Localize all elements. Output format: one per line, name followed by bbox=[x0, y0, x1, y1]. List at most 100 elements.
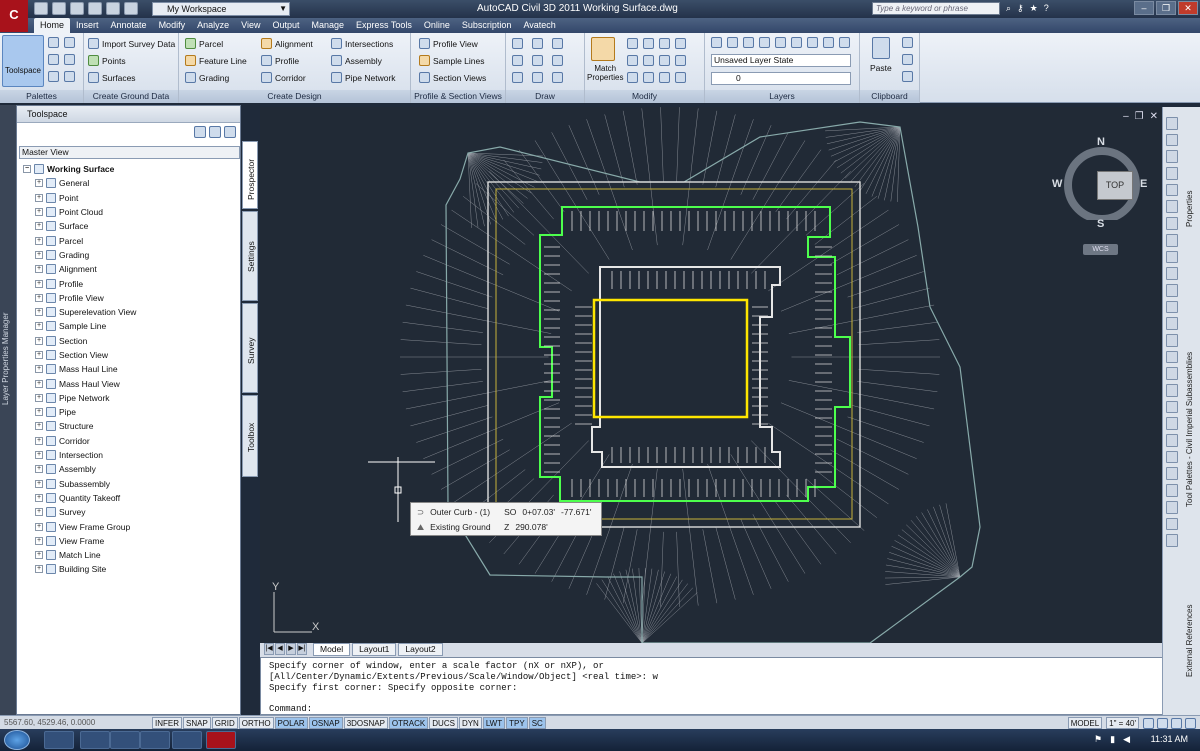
subassembly-tool-icon[interactable] bbox=[1166, 117, 1178, 130]
expand-icon[interactable]: + bbox=[35, 322, 43, 331]
stretch-icon[interactable] bbox=[659, 55, 670, 66]
tab-toolbox[interactable]: Toolbox bbox=[242, 395, 258, 477]
tree-item[interactable]: + View Frame Group bbox=[23, 519, 238, 533]
subassembly-tool-icon[interactable] bbox=[1166, 434, 1178, 447]
volume-icon[interactable]: ◀ bbox=[1123, 734, 1130, 745]
panel-title-create-design[interactable]: Create Design bbox=[179, 90, 410, 103]
palette-icon[interactable] bbox=[64, 71, 75, 82]
corridor-button[interactable]: Corridor bbox=[261, 72, 306, 83]
expand-icon[interactable]: + bbox=[35, 208, 43, 217]
tree-item[interactable]: + Surface bbox=[23, 219, 238, 233]
lock-icon[interactable] bbox=[1171, 717, 1182, 729]
match-properties-label[interactable]: Match Properties bbox=[587, 64, 623, 82]
expand-icon[interactable]: + bbox=[35, 408, 43, 417]
close-button[interactable]: ✕ bbox=[1178, 1, 1198, 15]
external-references-tab[interactable]: External References bbox=[1185, 605, 1194, 677]
expand-icon[interactable]: + bbox=[35, 379, 43, 388]
flag-icon[interactable]: ⚑ bbox=[1094, 734, 1102, 745]
subassembly-tool-icon[interactable] bbox=[1166, 217, 1178, 230]
command-line-window[interactable]: Specify corner of window, enter a scale … bbox=[260, 657, 1172, 715]
expand-icon[interactable]: + bbox=[35, 522, 43, 531]
application-menu-button[interactable]: C bbox=[0, 0, 28, 32]
tree-item[interactable]: + Profile View bbox=[23, 291, 238, 305]
toggle-osnap[interactable]: OSNAP bbox=[308, 716, 343, 729]
tree-item[interactable]: + Assembly bbox=[23, 462, 238, 476]
tree-item[interactable]: + Point Cloud bbox=[23, 205, 238, 219]
subassembly-tool-icon[interactable] bbox=[1166, 350, 1178, 364]
tree-item[interactable]: + Section View bbox=[23, 348, 238, 362]
minimize-viewport-icon[interactable]: – bbox=[1123, 111, 1129, 122]
viewcube[interactable]: N S E W TOP bbox=[1052, 130, 1147, 230]
palette-icon[interactable] bbox=[64, 37, 75, 48]
layer-icon[interactable] bbox=[791, 37, 802, 48]
copy-basepoint-icon[interactable] bbox=[902, 71, 913, 82]
tree-item[interactable]: + Superelevation View bbox=[23, 305, 238, 319]
expand-icon[interactable]: + bbox=[35, 536, 43, 545]
master-view-select[interactable]: Master View bbox=[19, 146, 240, 159]
expand-icon[interactable]: + bbox=[35, 351, 43, 359]
match-properties-icon[interactable] bbox=[591, 37, 615, 61]
annotation-scale-select[interactable]: 1" = 40' bbox=[1106, 717, 1139, 729]
layer-properties-manager-strip[interactable]: Layer Properties Manager bbox=[0, 105, 16, 715]
undo-icon[interactable] bbox=[106, 2, 120, 15]
start-button[interactable] bbox=[4, 730, 30, 750]
erase-icon[interactable] bbox=[627, 72, 638, 83]
save-icon[interactable] bbox=[70, 2, 84, 15]
workspace-switch-icon[interactable] bbox=[1157, 717, 1168, 729]
toggle-polar[interactable]: POLAR bbox=[274, 716, 308, 729]
network-icon[interactable]: ▮ bbox=[1110, 734, 1115, 745]
properties-palette-tab[interactable]: Properties bbox=[1185, 191, 1194, 227]
tab-subscription[interactable]: Subscription bbox=[456, 18, 518, 33]
subassembly-tool-icon[interactable] bbox=[1166, 183, 1178, 197]
layer-icon[interactable] bbox=[727, 37, 738, 48]
palette-icon[interactable] bbox=[48, 54, 59, 65]
layer-icon[interactable] bbox=[759, 37, 770, 48]
help-icon[interactable] bbox=[224, 126, 236, 138]
subassembly-tool-icon[interactable] bbox=[1166, 450, 1178, 464]
expand-icon[interactable]: + bbox=[35, 336, 43, 345]
tab-settings[interactable]: Settings bbox=[242, 211, 258, 301]
ie-taskbar-icon[interactable] bbox=[110, 731, 140, 749]
tree-item[interactable]: + Pipe bbox=[23, 405, 238, 419]
tree-item[interactable]: + Profile bbox=[23, 276, 238, 290]
subassembly-tool-icon[interactable] bbox=[1166, 467, 1178, 481]
move-icon[interactable] bbox=[627, 38, 638, 49]
tab-avatech[interactable]: Avatech bbox=[517, 18, 561, 33]
clock[interactable]: 11:31 AM bbox=[1151, 734, 1188, 744]
restore-button[interactable]: ❐ bbox=[1156, 1, 1176, 15]
media-taskbar-icon[interactable] bbox=[80, 731, 110, 749]
toggle-3dosnap[interactable]: 3DOSNAP bbox=[343, 716, 388, 729]
layer-icon[interactable] bbox=[775, 37, 786, 48]
item-view-icon[interactable] bbox=[194, 126, 206, 138]
first-tab-icon[interactable]: |◀ bbox=[264, 643, 274, 655]
paste-icon[interactable] bbox=[872, 37, 890, 59]
expand-icon[interactable]: + bbox=[35, 565, 43, 574]
restore-viewport-icon[interactable]: ❐ bbox=[1135, 111, 1144, 122]
expand-icon[interactable]: + bbox=[35, 451, 43, 460]
annotation-visibility-icon[interactable] bbox=[1143, 717, 1154, 729]
civil3d-taskbar-icon[interactable] bbox=[206, 731, 236, 749]
tab-prospector[interactable]: Prospector bbox=[242, 141, 258, 209]
sample-lines-button[interactable]: Sample Lines bbox=[419, 55, 485, 66]
toggle-infer[interactable]: INFER bbox=[152, 716, 182, 729]
profile-button[interactable]: Profile bbox=[261, 55, 299, 66]
tab-survey[interactable]: Survey bbox=[242, 303, 258, 393]
toggle-otrack[interactable]: OTRACK bbox=[388, 716, 429, 729]
plot-icon[interactable] bbox=[88, 2, 102, 15]
section-views-button[interactable]: Section Views bbox=[419, 72, 486, 83]
viewcube-top-face[interactable]: TOP bbox=[1097, 171, 1133, 200]
fillet-icon[interactable] bbox=[643, 55, 654, 66]
tree-item[interactable]: + Alignment bbox=[23, 262, 238, 276]
current-layer-select[interactable]: 0 bbox=[711, 72, 851, 85]
feature-line-button[interactable]: Feature Line bbox=[185, 55, 247, 66]
layer-icon[interactable] bbox=[807, 37, 818, 48]
panel-title-clipboard[interactable]: Clipboard bbox=[860, 90, 919, 103]
tree-item[interactable]: + Intersection bbox=[23, 448, 238, 462]
expand-icon[interactable]: + bbox=[35, 393, 43, 402]
offset-icon[interactable] bbox=[675, 72, 686, 83]
app-taskbar-icon[interactable] bbox=[172, 731, 202, 749]
intersections-button[interactable]: Intersections bbox=[331, 38, 393, 49]
expand-icon[interactable]: + bbox=[35, 293, 43, 302]
tree-item[interactable]: + Quantity Takeoff bbox=[23, 491, 238, 505]
layer-state-select[interactable]: Unsaved Layer State bbox=[711, 54, 851, 67]
